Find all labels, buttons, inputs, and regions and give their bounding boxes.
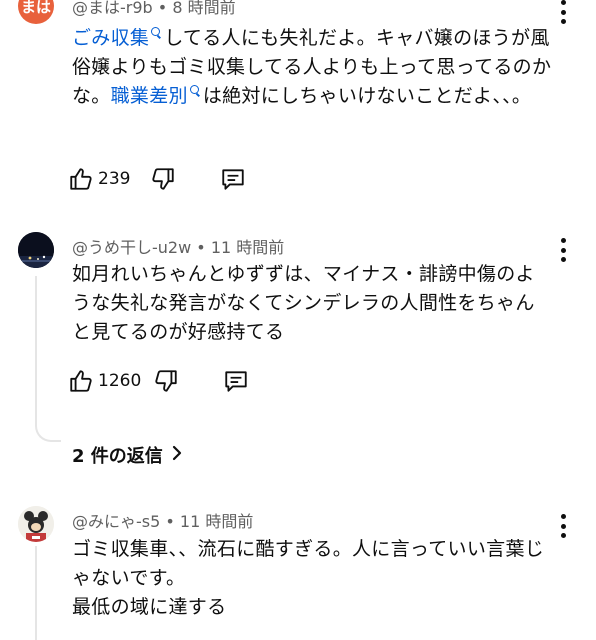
view-replies-button[interactable]: 2 件の返信 (72, 442, 183, 468)
search-link-shokugyo[interactable]: 職業差別 (111, 85, 188, 107)
thumbs-up-icon (68, 166, 94, 192)
comment-text-line: ゴミ収集車、、流石に酷すぎる。人に言っていい言葉じゃないです。 (72, 538, 545, 589)
comment-meta: @うめ干し-u2w • 11 時間前 (72, 234, 284, 258)
more-options-icon[interactable] (558, 238, 568, 262)
thumbs-down-icon (150, 166, 176, 192)
comment-author[interactable]: @うめ干し-u2w (72, 238, 191, 257)
avatar[interactable]: まは (18, 0, 54, 24)
comment-time[interactable]: 8 時間前 (172, 0, 235, 17)
reply-comment-icon (220, 166, 246, 192)
comment-text-line: 最低の域に達する (72, 596, 227, 618)
thumbs-up-icon (68, 368, 94, 394)
reply-thread-curve (35, 424, 61, 442)
thumbs-down-icon (153, 368, 179, 394)
dislike-button[interactable] (150, 166, 176, 192)
reply-button[interactable] (223, 368, 249, 394)
more-options-icon[interactable] (558, 514, 568, 538)
comment-actions: 239 (68, 164, 246, 194)
meta-separator: • (196, 238, 206, 257)
comment-text: 如月れいちゃんとゆずずは、マイナス・誹謗中傷のような失礼な発言がなくてシンデレラ… (72, 263, 535, 343)
comment-meta: @まは-r9b • 8 時間前 (72, 0, 236, 18)
avatar[interactable] (18, 232, 54, 268)
avatar[interactable] (18, 506, 54, 542)
reply-thread-line (35, 546, 37, 640)
avatar-initials: まは (20, 0, 51, 16)
search-link-gomi[interactable]: ごみ収集 (72, 27, 149, 49)
reply-thread-line (35, 276, 37, 424)
like-button[interactable]: 1260 (68, 368, 141, 394)
mascot-avatar (18, 506, 54, 542)
comment-author[interactable]: @みにゃ-s5 (72, 512, 160, 531)
like-count: 1260 (98, 371, 142, 391)
comment-author[interactable]: @まは-r9b (72, 0, 153, 17)
search-icon (151, 27, 161, 36)
comment-time[interactable]: 11 時間前 (211, 238, 284, 257)
dislike-button[interactable] (153, 368, 179, 394)
meta-separator: • (165, 512, 175, 531)
comment-time[interactable]: 11 時間前 (180, 512, 253, 531)
replies-label: 2 件の返信 (72, 446, 163, 467)
night-scene-avatar (18, 232, 54, 268)
reply-button[interactable] (220, 166, 246, 192)
comment-text: ごみ収集 してる人にも失礼だよ。キャバ嬢のほうが風俗嬢よりもゴミ収集してる人よりも… (72, 24, 552, 111)
meta-separator: • (157, 0, 168, 17)
reply-comment-icon (223, 368, 249, 394)
comment-text-part: は絶対にしちゃいけないことだよ、、。 (202, 85, 532, 107)
more-options-icon[interactable] (558, 0, 568, 24)
like-count: 239 (98, 169, 131, 189)
comment-text: ゴミ収集車、、流石に酷すぎる。人に言っていい言葉じゃないです。 最低の域に達する (72, 535, 552, 622)
like-button[interactable]: 239 (68, 166, 130, 192)
search-icon (189, 85, 199, 94)
chevron-right-icon (171, 445, 183, 466)
comment-meta: @みにゃ-s5 • 11 時間前 (72, 508, 253, 532)
comment-actions: 1260 (68, 366, 249, 396)
